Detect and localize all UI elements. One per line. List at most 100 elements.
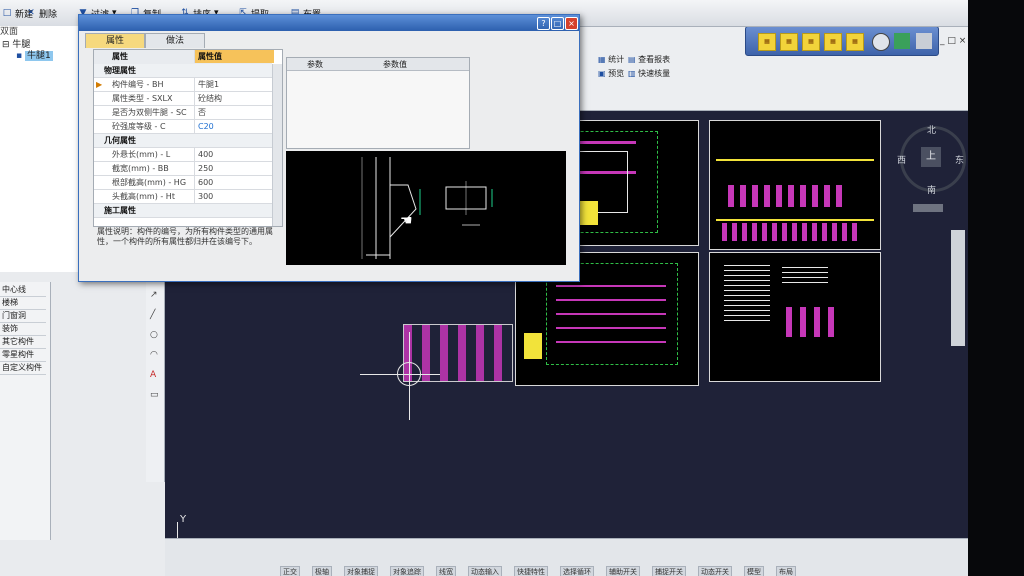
compass-center[interactable]: 上 — [921, 147, 941, 167]
property-row[interactable]: ▶ 构件编号 - BH 牛腿1 — [94, 78, 272, 92]
property-name: 外悬长(mm) - L — [112, 150, 171, 159]
report-label: 查看报表 — [638, 55, 671, 64]
property-name: 属性类型 - SXLX — [112, 94, 173, 103]
property-name: 几何属性 — [104, 136, 136, 145]
property-name: 是否为双侧牛腿 - SC — [112, 108, 187, 117]
status-dynswitch[interactable]: 动态开关 — [698, 566, 732, 576]
printer-icon[interactable] — [916, 33, 932, 49]
compass-north: 北 — [927, 126, 937, 136]
tool-stairs[interactable]: 楼梯 — [0, 297, 46, 310]
settings-icon[interactable] — [872, 33, 890, 51]
property-value[interactable]: 否 — [194, 106, 274, 119]
quick-check-button[interactable]: ▥ 快速核量 — [628, 68, 670, 79]
property-row[interactable]: 属性类型 - SXLX 砼结构 — [94, 92, 272, 106]
tab-properties[interactable]: 属性 — [85, 33, 145, 48]
tool-arrow-icon[interactable]: ↗ — [150, 290, 158, 300]
parameter-table: 参数 参数值 — [286, 57, 470, 149]
tool-other[interactable]: 其它构件 — [0, 336, 46, 349]
property-name: 施工属性 — [104, 206, 136, 215]
toolbar-yellow-icon-5[interactable]: ▦ — [846, 33, 864, 51]
property-scrollbar[interactable] — [272, 64, 282, 226]
status-lineweight[interactable]: 线宽 — [436, 566, 456, 576]
property-value[interactable]: 砼结构 — [194, 92, 274, 105]
mouse-pointer-icon: ☚ — [400, 213, 413, 229]
preview-button[interactable]: ▣ 预览 — [598, 68, 624, 79]
dialog-maximize-icon[interactable]: □ — [551, 17, 564, 30]
minimize-icon[interactable]: _ — [940, 36, 945, 46]
property-name: 构件编号 - BH — [112, 80, 164, 89]
compass-south: 南 — [927, 186, 937, 196]
status-osnap[interactable]: 对象捕捉 — [344, 566, 378, 576]
screen: 北 南 东 西 上 Y X ▦ 统计 ▤ 查看报表 ▣ 预览 ▥ 快速核量 ▦ … — [0, 0, 968, 576]
property-value[interactable]: 牛腿1 — [194, 78, 274, 91]
restore-icon[interactable]: □ — [947, 36, 956, 46]
view-cube-dropdown[interactable] — [913, 204, 943, 212]
view-compass[interactable]: 北 南 东 西 上 — [897, 126, 966, 196]
tool-rect-icon[interactable]: ▭ — [150, 390, 159, 400]
property-value[interactable]: 600 — [194, 176, 274, 189]
drawing-tools-column: ↗ ╱ ○ ◠ A ▭ — [146, 282, 165, 482]
status-dyn[interactable]: 动态输入 — [468, 566, 502, 576]
property-row[interactable]: 外悬长(mm) - L 400 — [94, 148, 272, 162]
tool-arc-icon[interactable]: ◠ — [150, 350, 158, 360]
property-value[interactable]: 300 — [194, 190, 274, 203]
tool-circle-icon[interactable]: ○ — [150, 330, 158, 340]
property-row[interactable]: 头截高(mm) - Ht 300 — [94, 190, 272, 204]
status-otrack[interactable]: 对象追踪 — [390, 566, 424, 576]
property-name: 物理属性 — [104, 66, 136, 75]
component-preview: ☚ — [286, 151, 566, 265]
report-icon: ▤ — [628, 55, 636, 64]
toolbar-yellow-icon-4[interactable]: ▦ — [824, 33, 842, 51]
status-aux[interactable]: 辅助开关 — [606, 566, 640, 576]
status-ortho[interactable]: 正交 — [280, 566, 300, 576]
status-model[interactable]: 模型 — [744, 566, 764, 576]
dialog-close-icon[interactable]: × — [565, 17, 578, 30]
parameter-table-header: 参数 参数值 — [287, 58, 469, 71]
close-icon[interactable]: × — [959, 36, 967, 46]
quick-check-icon: ▥ — [628, 69, 636, 78]
preview-label: 预览 — [608, 69, 625, 78]
expand-icon[interactable]: ⊟ — [2, 40, 10, 50]
drawing-sheet-2[interactable] — [709, 120, 881, 250]
current-row-marker-icon: ▶ — [96, 80, 103, 89]
status-snap[interactable]: 捕捉开关 — [652, 566, 686, 576]
stat-icon: ▦ — [598, 55, 606, 64]
toolbar-yellow-icon-2[interactable]: ▦ — [780, 33, 798, 51]
tool-line-icon[interactable]: ╱ — [150, 310, 155, 320]
property-row[interactable]: 截宽(mm) - BB 250 — [94, 162, 272, 176]
tool-centerline[interactable]: 中心线 — [0, 284, 46, 297]
property-row[interactable]: 根部截高(mm) - HG 600 — [94, 176, 272, 190]
report-button[interactable]: ▤ 查看报表 — [628, 54, 670, 65]
network-icon[interactable] — [894, 33, 910, 49]
property-row[interactable]: 是否为双侧牛腿 - SC 否 — [94, 106, 272, 120]
property-value[interactable]: C20 — [194, 120, 274, 133]
toolbar-yellow-icon-3[interactable]: ▦ — [802, 33, 820, 51]
window-controls: _ □ × — [940, 36, 966, 46]
tab-methods[interactable]: 做法 — [145, 33, 205, 48]
tool-custom[interactable]: 自定义构件 — [0, 362, 46, 375]
status-polar[interactable]: 极轴 — [312, 566, 332, 576]
status-quickprops[interactable]: 快捷特性 — [514, 566, 548, 576]
axis-y-label: Y — [180, 514, 187, 525]
property-value[interactable]: 400 — [194, 148, 274, 161]
help-icon[interactable]: ? — [537, 17, 550, 30]
tree-child-selected[interactable]: ▪ 牛腿1 — [16, 48, 53, 61]
status-layout[interactable]: 布局 — [776, 566, 796, 576]
stat-button[interactable]: ▦ 统计 — [598, 54, 624, 65]
dialog-titlebar[interactable]: ? □ × — [79, 15, 579, 31]
drawing-sheet-4[interactable] — [709, 252, 881, 382]
delete-label: 删除 — [39, 9, 58, 20]
dialog-tabs: 属性 做法 — [85, 33, 275, 48]
toolbar-yellow-icon-1[interactable]: ▦ — [758, 33, 776, 51]
status-selcycle[interactable]: 选择循环 — [560, 566, 594, 576]
tool-text-icon[interactable]: A — [150, 370, 156, 380]
property-row[interactable]: 砼强度等级 - C C20 — [94, 120, 272, 134]
scrollbar-vertical[interactable] — [951, 230, 965, 346]
property-value[interactable]: 250 — [194, 162, 274, 175]
tool-misc[interactable]: 零星构件 — [0, 349, 46, 362]
tool-decoration[interactable]: 装饰 — [0, 323, 46, 336]
component-properties-dialog: ? □ × 属性 做法 属性 属性值 物理属性 ▶ 构件编号 - BH 牛腿1 属性类型… — [78, 14, 580, 282]
delete-button[interactable]: ✕ 删除 — [26, 6, 57, 20]
tool-door-window[interactable]: 门窗洞 — [0, 310, 46, 323]
property-table: 属性 属性值 物理属性 ▶ 构件编号 - BH 牛腿1 属性类型 - SXLX 砼结构 是否… — [93, 49, 283, 227]
